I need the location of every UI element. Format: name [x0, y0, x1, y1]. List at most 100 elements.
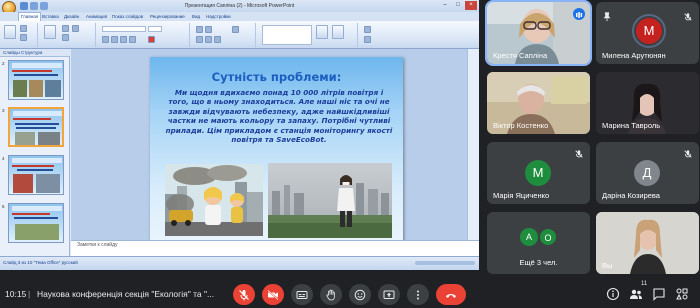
meeting-title: Наукова конференція секція "Екологія" та…: [37, 289, 215, 299]
font-size-field[interactable]: [148, 26, 162, 32]
align-center-icon[interactable]: [205, 36, 212, 43]
font-color-icon[interactable]: [148, 36, 155, 43]
tab-design[interactable]: Дизайн: [62, 13, 81, 20]
people-icon[interactable]: [629, 287, 643, 301]
pane-tabs[interactable]: Слайды Структура: [0, 49, 70, 57]
slide-thumbnail-4[interactable]: [8, 155, 64, 195]
separator: |: [28, 289, 31, 299]
tab-animation[interactable]: Анимация: [84, 13, 109, 20]
participant-name: Марина Тавроль: [602, 121, 661, 130]
bold-icon[interactable]: [102, 36, 109, 43]
reactions-button[interactable]: [349, 284, 371, 305]
tab-review[interactable]: Рецензирование: [148, 13, 187, 20]
font-group: [98, 23, 190, 47]
speaking-indicator-icon: [573, 8, 585, 20]
participant-name: Вы: [602, 261, 613, 270]
replace-icon[interactable]: [364, 36, 371, 43]
slide-thumbnail-2[interactable]: [8, 60, 64, 100]
redo-icon[interactable]: [40, 2, 48, 10]
participant-tile[interactable]: Марина Тавроль: [596, 72, 699, 134]
clock: 10:15: [5, 289, 27, 299]
copy-icon[interactable]: [20, 34, 27, 41]
participant-tile[interactable]: M Марія Яциченко: [487, 142, 590, 204]
present-button[interactable]: [378, 284, 400, 305]
zoom-slider[interactable]: [415, 261, 475, 265]
shadow-icon[interactable]: [129, 36, 136, 43]
current-slide[interactable]: Сутність проблеми: Ми щодня вдихаємо пон…: [150, 57, 403, 243]
tab-view[interactable]: Вид: [190, 13, 202, 20]
vertical-scrollbar[interactable]: [467, 49, 479, 240]
save-icon[interactable]: [20, 2, 28, 10]
close-icon[interactable]: ×: [465, 1, 477, 10]
thumb-number: 3: [2, 108, 5, 113]
chat-icon[interactable]: [652, 287, 666, 301]
pollution-cartoon-image: [165, 164, 263, 236]
participant-name: Даріна Козирева: [602, 191, 660, 200]
mic-off-icon: [684, 13, 692, 21]
avatar: M: [525, 160, 551, 186]
participant-count-badge: 11: [641, 281, 648, 287]
participant-name: Милена Арутюнян: [602, 51, 666, 60]
find-icon[interactable]: [364, 26, 371, 33]
undo-icon[interactable]: [30, 2, 38, 10]
emoji-icon: [354, 289, 366, 300]
ppt-window-title: Презентация Сапліна (2) - Microsoft Powe…: [0, 0, 479, 12]
paste-icon[interactable]: [4, 25, 16, 39]
bullets-icon[interactable]: [196, 26, 203, 33]
pin-icon[interactable]: [602, 12, 612, 22]
participant-tile[interactable]: Віктор Костенко: [487, 72, 590, 134]
thumb-number: 5: [2, 204, 5, 209]
slide-thumbnail-5[interactable]: [8, 203, 64, 243]
new-slide-icon[interactable]: [44, 25, 56, 39]
numbering-icon[interactable]: [205, 26, 212, 33]
camera-button[interactable]: [262, 284, 284, 305]
shapes-gallery[interactable]: [262, 25, 312, 45]
speaking-ring: [632, 14, 666, 48]
shared-screen: Презентация Сапліна (2) - Microsoft Powe…: [0, 0, 479, 270]
captions-icon: [296, 290, 308, 299]
participant-tile[interactable]: Крестя Сапліна: [485, 0, 592, 66]
woman-in-smog-photo: [268, 163, 392, 238]
info-icon[interactable]: [606, 287, 620, 301]
microphone-button[interactable]: [233, 284, 255, 305]
self-tile[interactable]: Вы: [596, 212, 699, 274]
minimize-icon[interactable]: –: [439, 1, 451, 10]
arrange-icon[interactable]: [316, 25, 328, 39]
underline-icon[interactable]: [120, 36, 127, 43]
raise-hand-button[interactable]: [320, 284, 342, 305]
drawing-group: [258, 23, 358, 47]
tab-insert[interactable]: Вставка: [40, 13, 61, 20]
ribbon: [0, 21, 479, 49]
participant-tile[interactable]: Д Даріна Козирева: [596, 142, 699, 204]
participant-name: Марія Яциченко: [493, 191, 550, 200]
more-participants-tile[interactable]: А О Ещё 3 чел.: [487, 212, 590, 274]
participant-tile[interactable]: M Милена Арутюнян: [596, 2, 699, 64]
tab-slideshow[interactable]: Показ слайдов: [110, 13, 145, 20]
delete-slide-icon[interactable]: [72, 25, 79, 32]
tab-addins[interactable]: Надстройки: [204, 13, 233, 20]
captions-button[interactable]: [291, 284, 313, 305]
slide-thumbnail-3[interactable]: [8, 107, 64, 147]
notes-pane[interactable]: Заметки к слайду: [71, 240, 479, 256]
meet-window: Презентация Сапліна (2) - Microsoft Powe…: [0, 0, 700, 308]
reset-icon[interactable]: [62, 34, 69, 41]
ribbon-tabs: Главная Вставка Дизайн Анимация Показ сл…: [0, 12, 479, 21]
text-direction-icon[interactable]: [232, 26, 239, 33]
status-text: Слайд 3 из 10 "Тема Office" русский: [3, 260, 78, 265]
maximize-icon[interactable]: □: [452, 1, 464, 10]
layout-icon[interactable]: [62, 25, 69, 32]
align-right-icon[interactable]: [214, 36, 221, 43]
more-participants-label: Ещё 3 чел.: [519, 258, 558, 267]
cut-icon[interactable]: [20, 25, 27, 32]
activities-icon[interactable]: [675, 287, 689, 301]
leave-call-button[interactable]: [436, 284, 466, 305]
font-name-field[interactable]: [102, 26, 146, 32]
quick-styles-icon[interactable]: [332, 25, 344, 39]
mic-off-icon: [684, 150, 692, 158]
mic-off-icon: [575, 150, 583, 158]
italic-icon[interactable]: [111, 36, 118, 43]
align-left-icon[interactable]: [196, 36, 203, 43]
tab-home[interactable]: Главная: [18, 12, 42, 21]
camera-off-icon: [267, 289, 279, 300]
more-options-button[interactable]: [407, 284, 429, 305]
